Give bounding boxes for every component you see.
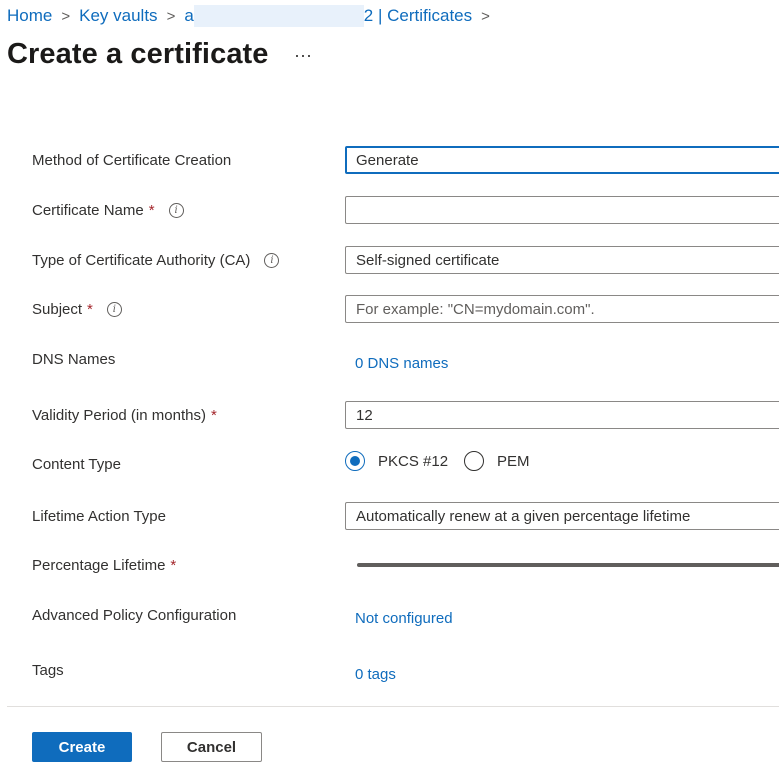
redacted-vault-name: [193, 5, 364, 27]
breadcrumb: Home > Key vaults > a 2 | Certificates >: [7, 5, 499, 27]
required-marker: *: [148, 202, 155, 219]
cancel-button[interactable]: Cancel: [161, 732, 262, 762]
required-marker: *: [87, 301, 93, 318]
method-dropdown[interactable]: Generate: [345, 146, 779, 174]
chevron-right-icon: >: [481, 7, 490, 25]
create-button[interactable]: Create: [32, 732, 132, 762]
radio-pem[interactable]: [464, 451, 485, 471]
percentage-lifetime-label: Percentage Lifetime *: [32, 557, 177, 574]
subject-input[interactable]: [345, 295, 779, 323]
footer-divider: [7, 706, 779, 707]
percentage-lifetime-slider[interactable]: [357, 563, 779, 567]
certificate-name-label: Certificate Name * i: [32, 202, 184, 219]
chevron-right-icon: >: [61, 7, 71, 25]
info-icon[interactable]: i: [168, 203, 184, 218]
info-icon[interactable]: i: [264, 253, 280, 268]
breadcrumb-certificates[interactable]: 2 | Certificates: [364, 6, 472, 26]
info-icon[interactable]: i: [106, 302, 122, 317]
content-type-label: Content Type: [32, 456, 121, 473]
ca-type-dropdown[interactable]: Self-signed certificate: [345, 246, 779, 274]
radio-pkcs12[interactable]: [345, 451, 365, 471]
subject-label: Subject * i: [32, 301, 122, 318]
breadcrumb-key-vaults[interactable]: Key vaults: [79, 6, 157, 26]
content-type-radio-group: PKCS #12 PEM: [345, 451, 546, 471]
required-marker: *: [170, 557, 177, 574]
method-label: Method of Certificate Creation: [32, 152, 232, 169]
chevron-right-icon: >: [166, 7, 176, 25]
tags-label: Tags: [32, 662, 64, 679]
more-options-icon[interactable]: ···: [294, 45, 312, 66]
tags-link[interactable]: 0 tags: [355, 666, 396, 683]
lifetime-action-dropdown[interactable]: Automatically renew at a given percentag…: [345, 502, 779, 530]
required-marker: *: [210, 407, 217, 424]
radio-pem-label: PEM: [497, 452, 530, 470]
dns-names-label: DNS Names: [32, 351, 116, 368]
page-title: Create a certificate: [7, 38, 269, 70]
ca-type-label: Type of Certificate Authority (CA) i: [32, 252, 280, 269]
validity-label: Validity Period (in months) *: [32, 407, 217, 424]
advanced-policy-label: Advanced Policy Configuration: [32, 607, 237, 624]
validity-input[interactable]: [345, 401, 779, 429]
dns-names-link[interactable]: 0 DNS names: [355, 355, 448, 372]
advanced-policy-link[interactable]: Not configured: [355, 610, 453, 627]
lifetime-action-label: Lifetime Action Type: [32, 508, 166, 525]
radio-pkcs12-label: PKCS #12: [378, 452, 449, 470]
breadcrumb-home[interactable]: Home: [7, 6, 52, 26]
certificate-name-input[interactable]: [345, 196, 779, 224]
breadcrumb-vault-prefix[interactable]: a: [184, 6, 193, 26]
